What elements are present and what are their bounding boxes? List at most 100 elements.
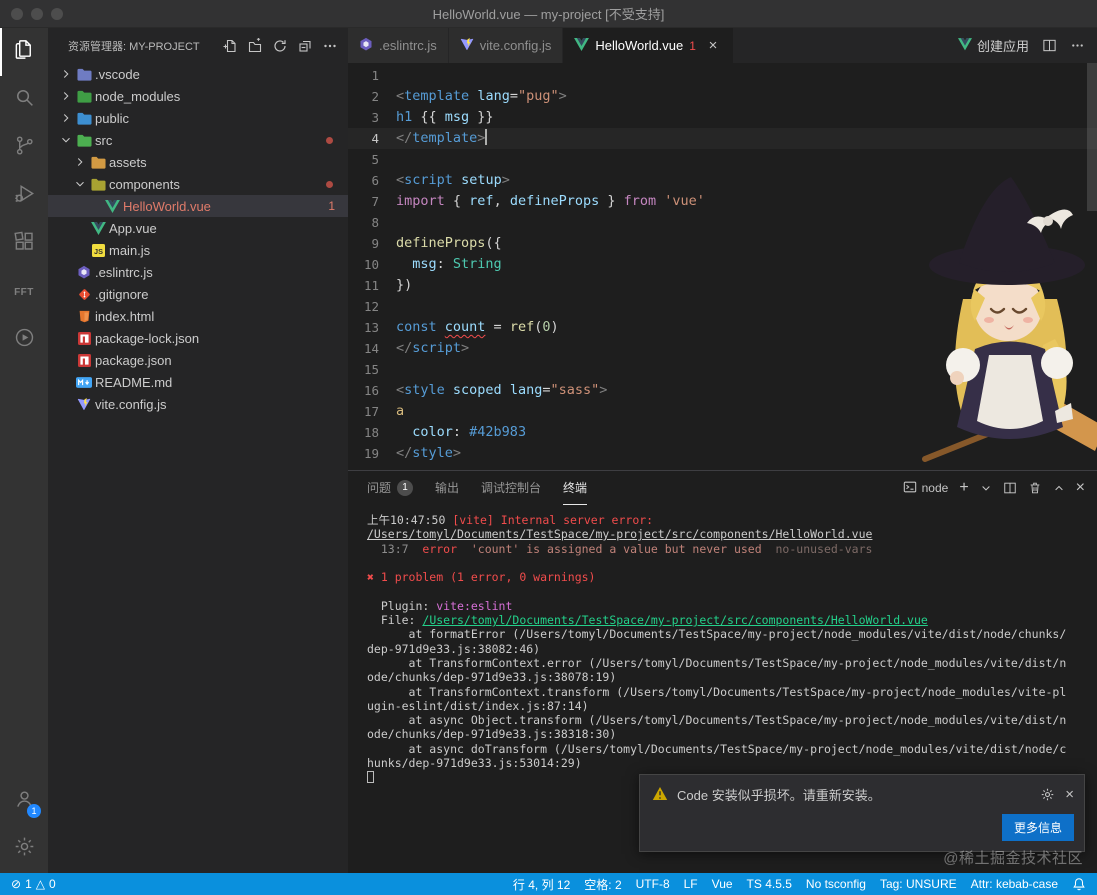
tree-item-public[interactable]: public [48, 107, 348, 129]
tree-item-gitignore[interactable]: .gitignore [48, 283, 348, 305]
close-tab-icon[interactable]: × [704, 37, 722, 55]
code-line-10[interactable]: 10 msg: String [348, 254, 1097, 275]
status-indentation[interactable]: 空格: 2 [577, 873, 628, 895]
preview-button[interactable] [0, 316, 48, 364]
new-terminal-icon[interactable]: + [959, 479, 968, 497]
file-tree: .vscode node_modules public src assets c… [48, 63, 348, 873]
error-count: 1 [25, 877, 32, 891]
close-panel-icon[interactable]: × [1076, 479, 1085, 497]
code-line-3[interactable]: 3 h1 {{ msg }} [348, 107, 1097, 128]
code-line-7[interactable]: 7 import { ref, defineProps } from 'vue' [348, 191, 1097, 212]
status-cursor-position[interactable]: 行 4, 列 12 [506, 873, 577, 895]
status-tag-case[interactable]: Tag: UNSURE [873, 873, 964, 895]
search-button[interactable] [0, 76, 48, 124]
tree-item-package-lock-json[interactable]: package-lock.json [48, 327, 348, 349]
code-line-1[interactable]: 1 [348, 65, 1097, 86]
settings-button[interactable] [0, 825, 48, 873]
explorer-button[interactable] [0, 28, 48, 76]
panel-tab-output[interactable]: 输出 [435, 471, 459, 505]
notification-settings-icon[interactable] [1040, 787, 1055, 802]
tree-item-index-html[interactable]: index.html [48, 305, 348, 327]
tree-item-src[interactable]: src [48, 129, 348, 151]
tree-item-app-vue[interactable]: App.vue [48, 217, 348, 239]
source-control-button[interactable] [0, 124, 48, 172]
code-line-8[interactable]: 8 [348, 212, 1097, 233]
close-window-button[interactable] [11, 8, 23, 20]
problems-status[interactable]: ⊘ 1 △ 0 [4, 873, 63, 895]
code-line-18[interactable]: 18 color: #42b983 [348, 422, 1097, 443]
status-ts-version[interactable]: TS 4.5.5 [740, 873, 799, 895]
status-tsconfig[interactable]: No tsconfig [799, 873, 873, 895]
terminal-line: ode/chunks/dep-971d9e33.js:38318:30) [367, 727, 617, 742]
panel-tab-label: 输出 [435, 481, 460, 495]
tree-item-vscode[interactable]: .vscode [48, 63, 348, 85]
create-app-button[interactable]: 创建应用 [957, 36, 1029, 55]
code-editor[interactable]: 1 2 <template lang="pug"> 3 h1 {{ msg }}… [348, 63, 1097, 470]
terminal-picker[interactable]: node [903, 480, 948, 497]
tree-item-vite-config-js[interactable]: vite.config.js [48, 393, 348, 415]
views-more-icon[interactable] [322, 38, 338, 54]
tree-item-readme-md[interactable]: README.md [48, 371, 348, 393]
panel-tab-debug-console[interactable]: 调试控制台 [481, 471, 541, 505]
maximize-panel-icon[interactable] [1053, 482, 1065, 494]
explorer-title: 资源管理器: MY-PROJECT [68, 40, 200, 53]
panel-tab-terminal[interactable]: 终端 [563, 471, 588, 505]
tree-item-package-json[interactable]: package.json [48, 349, 348, 371]
panel-tab-problems[interactable]: 问题 1 [367, 471, 414, 505]
new-file-icon[interactable] [222, 38, 238, 54]
explorer-sidebar: 资源管理器: MY-PROJECT .vscode node_modules p… [48, 28, 348, 873]
tab-helloworld-vue[interactable]: HelloWorld.vue 1 × [563, 28, 734, 63]
tree-item-components[interactable]: components [48, 173, 348, 195]
panel-tab-label: 终端 [563, 481, 588, 495]
tree-item-eslintrc-js[interactable]: .eslintrc.js [48, 261, 348, 283]
more-info-button[interactable]: 更多信息 [1001, 814, 1074, 841]
refresh-explorer-icon[interactable] [272, 38, 288, 54]
tab-eslintrc-js[interactable]: .eslintrc.js [348, 28, 449, 63]
notifications-bell-icon[interactable] [1065, 873, 1093, 895]
split-terminal-icon[interactable] [1003, 481, 1017, 495]
code-line-19[interactable]: 19 </style> [348, 443, 1097, 464]
code-line-11[interactable]: 11 }) [348, 275, 1097, 296]
line-number: 18 [363, 425, 379, 440]
editor-more-icon[interactable] [1070, 38, 1085, 53]
editor-area: .eslintrc.js vite.config.js HelloWorld.v… [348, 28, 1097, 873]
vue-icon [957, 37, 972, 54]
code-line-5[interactable]: 5 [348, 149, 1097, 170]
status-eol[interactable]: LF [677, 873, 705, 895]
code-line-12[interactable]: 12 [348, 296, 1097, 317]
kill-terminal-icon[interactable] [1028, 481, 1042, 495]
code-line-13[interactable]: 13 const count = ref(0) [348, 317, 1097, 338]
minimize-window-button[interactable] [31, 8, 43, 20]
extensions-button[interactable] [0, 220, 48, 268]
account-button[interactable]: 1 [0, 777, 48, 825]
code-line-14[interactable]: 14 </script> [348, 338, 1097, 359]
tree-item-main-js[interactable]: JS main.js [48, 239, 348, 261]
status-encoding[interactable]: UTF-8 [629, 873, 677, 895]
zoom-window-button[interactable] [51, 8, 63, 20]
code-line-15[interactable]: 15 [348, 359, 1097, 380]
status-attr-case[interactable]: Attr: kebab-case [964, 873, 1065, 895]
code-line-4[interactable]: 4 </template> [348, 128, 1097, 149]
code-line-16[interactable]: 16 <style scoped lang="sass"> [348, 380, 1097, 401]
terminal-dropdown-icon[interactable] [980, 482, 992, 494]
line-number: 17 [363, 404, 379, 419]
code-line-9[interactable]: 9 defineProps({ [348, 233, 1097, 254]
code-line-17[interactable]: 17 a [348, 401, 1097, 422]
tree-item-node-modules[interactable]: node_modules [48, 85, 348, 107]
new-folder-icon[interactable] [247, 37, 263, 54]
status-language-mode[interactable]: Vue [705, 873, 740, 895]
collapse-folders-icon[interactable] [297, 38, 313, 54]
code-line-2[interactable]: 2 <template lang="pug"> [348, 86, 1097, 107]
code-line-20[interactable]: 20 [348, 464, 1097, 470]
tree-item-helloworld-vue[interactable]: HelloWorld.vue 1 [48, 195, 348, 217]
code-line-6[interactable]: 6 <script setup> [348, 170, 1097, 191]
notification-close-icon[interactable]: × [1065, 786, 1074, 803]
fft-extension-button[interactable]: FFT [0, 268, 48, 316]
errors-icon: ⊘ [11, 877, 22, 891]
tree-item-assets[interactable]: assets [48, 151, 348, 173]
editor-scrollbar[interactable] [1087, 63, 1097, 211]
run-debug-button[interactable] [0, 172, 48, 220]
tab-vite-config-js[interactable]: vite.config.js [448, 28, 564, 63]
split-editor-icon[interactable] [1042, 38, 1057, 53]
tab-label: vite.config.js [479, 38, 552, 53]
